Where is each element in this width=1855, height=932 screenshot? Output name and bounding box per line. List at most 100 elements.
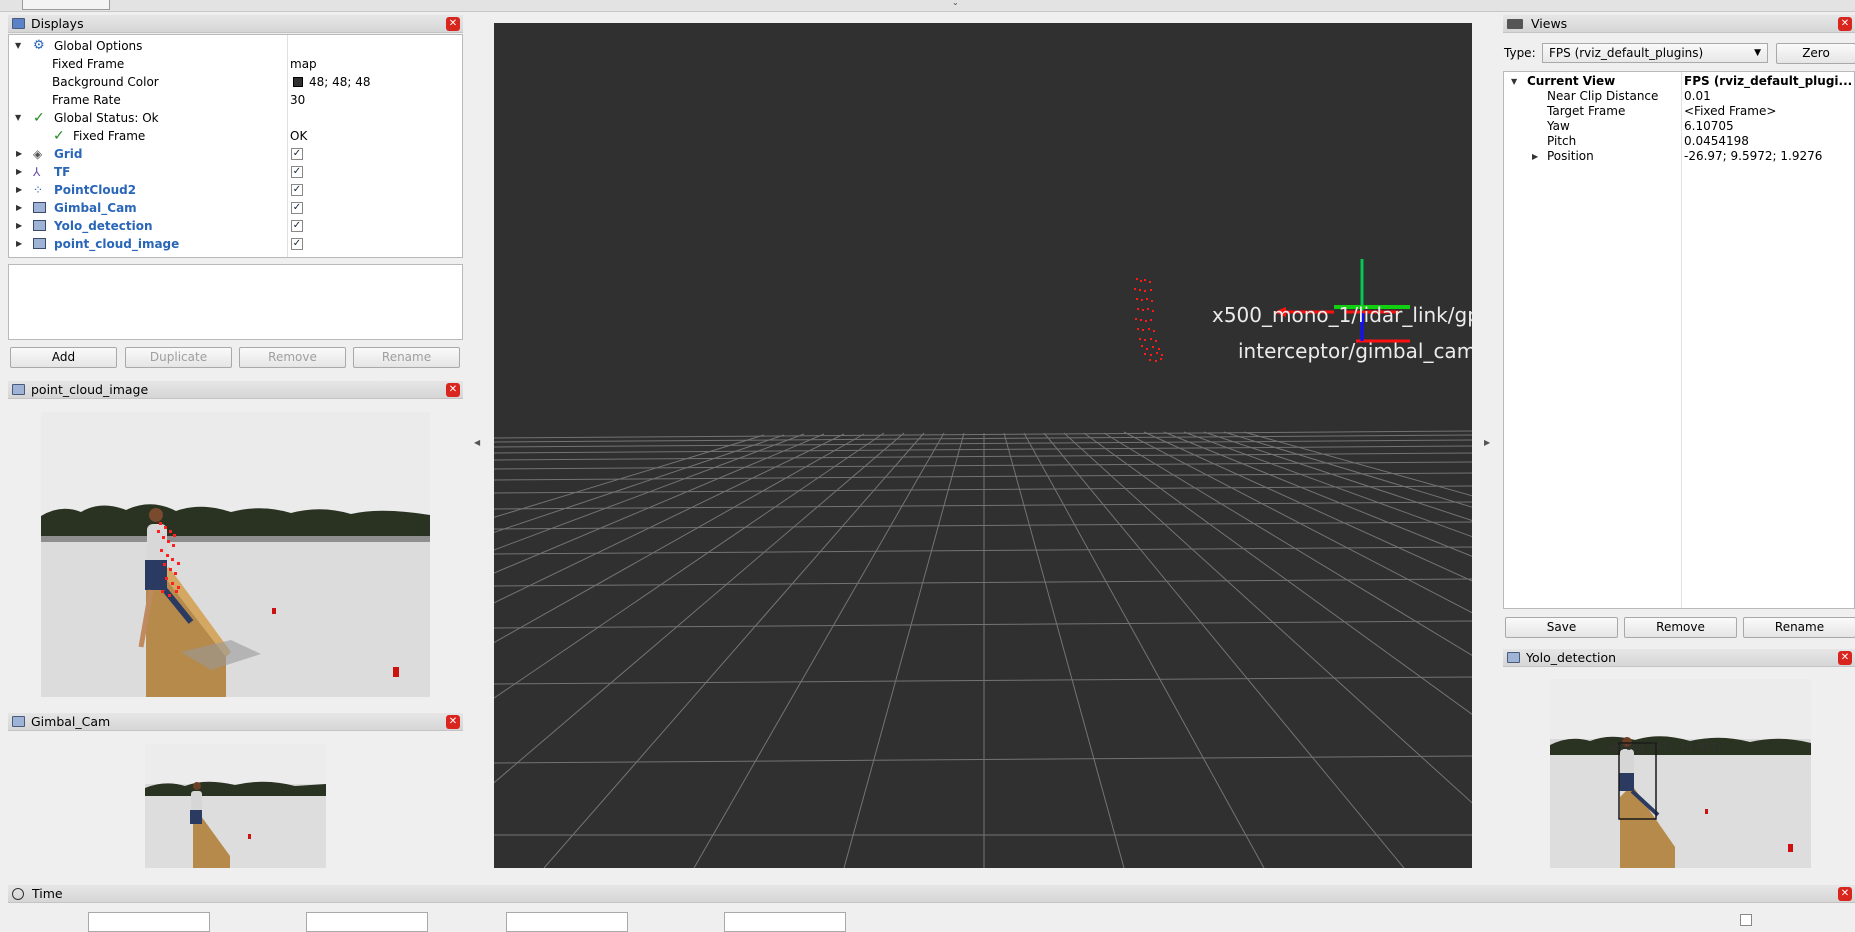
prop-value[interactable]: -26.97; 9.5972; 1.9276 bbox=[1684, 149, 1822, 164]
prop-value[interactable]: map bbox=[290, 55, 317, 73]
close-icon[interactable]: ✕ bbox=[446, 17, 460, 31]
3d-viewport[interactable]: x500_mono_1/lidar_link/gpu_ interceptor/… bbox=[494, 23, 1472, 868]
monitor-icon bbox=[12, 18, 25, 29]
collapse-arrow-icon[interactable]: ▶ bbox=[1532, 149, 1538, 164]
wall-time-field[interactable] bbox=[506, 912, 628, 932]
rename-view-button[interactable]: Rename bbox=[1743, 617, 1855, 638]
display-item-label: Gimbal_Cam bbox=[54, 201, 137, 215]
close-icon[interactable]: ✕ bbox=[1838, 17, 1852, 31]
view-prop-near-clip[interactable]: Near Clip Distance 0.01 bbox=[1504, 89, 1854, 104]
enable-checkbox[interactable]: ✓ bbox=[291, 148, 303, 160]
close-icon[interactable]: ✕ bbox=[1838, 887, 1852, 901]
check-ok-icon: ✓ bbox=[33, 110, 45, 126]
prop-value[interactable]: 6.10705 bbox=[1684, 119, 1734, 134]
duplicate-button[interactable]: Duplicate bbox=[125, 347, 232, 368]
enable-checkbox[interactable]: ✓ bbox=[291, 220, 303, 232]
close-icon[interactable]: ✕ bbox=[446, 715, 460, 729]
expand-arrow-icon[interactable]: ▼ bbox=[1511, 74, 1517, 89]
detection-label: person (67) (0.927) bbox=[1608, 742, 1723, 753]
color-swatch[interactable] bbox=[293, 77, 303, 87]
view-prop-target-frame[interactable]: Target Frame <Fixed Frame> bbox=[1504, 104, 1854, 119]
left-splitter-arrow-icon[interactable]: ◀ bbox=[474, 438, 480, 447]
status-fixed-frame-row[interactable]: ✓ Fixed Frame OK bbox=[9, 127, 462, 145]
point-cloud-image-view bbox=[41, 412, 430, 697]
tf-frame-label-gimbal: interceptor/gimbal_camera bbox=[1238, 339, 1472, 363]
rename-button[interactable]: Rename bbox=[353, 347, 460, 368]
ros-time-field[interactable] bbox=[88, 912, 210, 932]
global-status-label: Global Status: Ok bbox=[54, 111, 159, 125]
wall-elapsed-field[interactable] bbox=[724, 912, 846, 932]
prop-value[interactable]: 30 bbox=[290, 91, 305, 109]
view-type-select[interactable]: FPS (rviz_default_plugins) ▼ bbox=[1542, 43, 1768, 63]
image-icon bbox=[33, 238, 46, 249]
zero-button[interactable]: Zero bbox=[1776, 43, 1855, 64]
gimbal-camera-image bbox=[145, 744, 326, 868]
close-icon[interactable]: ✕ bbox=[1838, 651, 1852, 665]
right-splitter-arrow-icon[interactable]: ▶ bbox=[1484, 438, 1490, 447]
prop-key: Background Color bbox=[52, 75, 159, 89]
chevron-down-icon: ▼ bbox=[1754, 48, 1761, 58]
current-view-row[interactable]: ▼ Current View FPS (rviz_default_plugi..… bbox=[1504, 74, 1854, 89]
image-icon bbox=[12, 716, 25, 727]
clock-icon bbox=[12, 887, 24, 900]
save-view-button[interactable]: Save bbox=[1505, 617, 1618, 638]
image-icon bbox=[33, 220, 46, 231]
camera-icon bbox=[1507, 18, 1523, 29]
tf-icon: ⅄ bbox=[33, 165, 41, 179]
prop-background-color[interactable]: Background Color 48; 48; 48 bbox=[9, 73, 462, 91]
gear-icon: ⚙ bbox=[33, 38, 45, 53]
display-item-grid[interactable]: ▶ ◈ Grid ✓ bbox=[9, 145, 462, 163]
current-view-label: Current View bbox=[1527, 74, 1616, 88]
display-item-yolo-detection[interactable]: ▶ Yolo_detection ✓ bbox=[9, 217, 462, 235]
expand-arrow-icon[interactable]: ▼ bbox=[15, 37, 21, 55]
prop-key: Yaw bbox=[1547, 119, 1570, 133]
prop-value[interactable]: 0.0454198 bbox=[1684, 134, 1749, 149]
enable-checkbox[interactable]: ✓ bbox=[291, 202, 303, 214]
collapse-arrow-icon[interactable]: ▶ bbox=[16, 217, 22, 235]
expand-arrow-icon[interactable]: ▼ bbox=[15, 109, 21, 127]
ros-elapsed-field[interactable] bbox=[306, 912, 428, 932]
views-tree: ▼ Current View FPS (rviz_default_plugi..… bbox=[1503, 71, 1855, 609]
panel-title-text: point_cloud_image bbox=[31, 382, 149, 397]
view-type-value: FPS (rviz_default_plugins) bbox=[1549, 46, 1704, 60]
prop-key: Position bbox=[1547, 149, 1594, 163]
views-title: Views bbox=[1531, 16, 1568, 31]
prop-value[interactable]: 48; 48; 48 bbox=[309, 73, 371, 91]
remove-button[interactable]: Remove bbox=[239, 347, 346, 368]
prop-key: Target Frame bbox=[1547, 104, 1626, 118]
view-prop-pitch[interactable]: Pitch 0.0454198 bbox=[1504, 134, 1854, 149]
global-options-row[interactable]: ▼ ⚙ Global Options bbox=[9, 37, 462, 55]
collapse-arrow-icon[interactable]: ▶ bbox=[16, 199, 22, 217]
prop-fixed-frame[interactable]: Fixed Frame map bbox=[9, 55, 462, 73]
prop-value[interactable]: <Fixed Frame> bbox=[1684, 104, 1776, 119]
check-ok-icon: ✓ bbox=[53, 128, 65, 144]
toolbar-tab[interactable] bbox=[22, 0, 110, 10]
panel-title-text: Yolo_detection bbox=[1526, 650, 1617, 665]
collapse-arrow-icon[interactable]: ▶ bbox=[16, 181, 22, 199]
collapse-arrow-icon[interactable]: ▶ bbox=[16, 163, 22, 181]
close-icon[interactable]: ✕ bbox=[446, 383, 460, 397]
prop-frame-rate[interactable]: Frame Rate 30 bbox=[9, 91, 462, 109]
top-toolbar: ⌄ bbox=[0, 0, 1855, 12]
prop-value[interactable]: 0.01 bbox=[1684, 89, 1711, 104]
3d-scene bbox=[494, 259, 1472, 868]
view-prop-yaw[interactable]: Yaw 6.10705 bbox=[1504, 119, 1854, 134]
enable-checkbox[interactable]: ✓ bbox=[291, 238, 303, 250]
display-item-pointcloud2[interactable]: ▶ ⁘ PointCloud2 ✓ bbox=[9, 181, 462, 199]
display-item-label: Grid bbox=[54, 147, 83, 161]
chevron-down-icon[interactable]: ⌄ bbox=[952, 0, 959, 7]
remove-view-button[interactable]: Remove bbox=[1624, 617, 1737, 638]
collapse-arrow-icon[interactable]: ▶ bbox=[16, 235, 22, 253]
enable-checkbox[interactable]: ✓ bbox=[291, 184, 303, 196]
view-prop-position[interactable]: ▶ Position -26.97; 9.5972; 1.9276 bbox=[1504, 149, 1854, 164]
current-view-value: FPS (rviz_default_plugi... bbox=[1684, 74, 1853, 88]
display-item-tf[interactable]: ▶ ⅄ TF ✓ bbox=[9, 163, 462, 181]
enable-checkbox[interactable]: ✓ bbox=[291, 166, 303, 178]
add-button[interactable]: Add bbox=[10, 347, 117, 368]
display-item-gimbal-cam[interactable]: ▶ Gimbal_Cam ✓ bbox=[9, 199, 462, 217]
global-status-row[interactable]: ▼ ✓ Global Status: Ok bbox=[9, 109, 462, 127]
experimental-checkbox[interactable] bbox=[1740, 914, 1752, 926]
display-item-point-cloud-image[interactable]: ▶ point_cloud_image ✓ bbox=[9, 235, 462, 253]
description-box bbox=[8, 264, 463, 340]
collapse-arrow-icon[interactable]: ▶ bbox=[16, 145, 22, 163]
